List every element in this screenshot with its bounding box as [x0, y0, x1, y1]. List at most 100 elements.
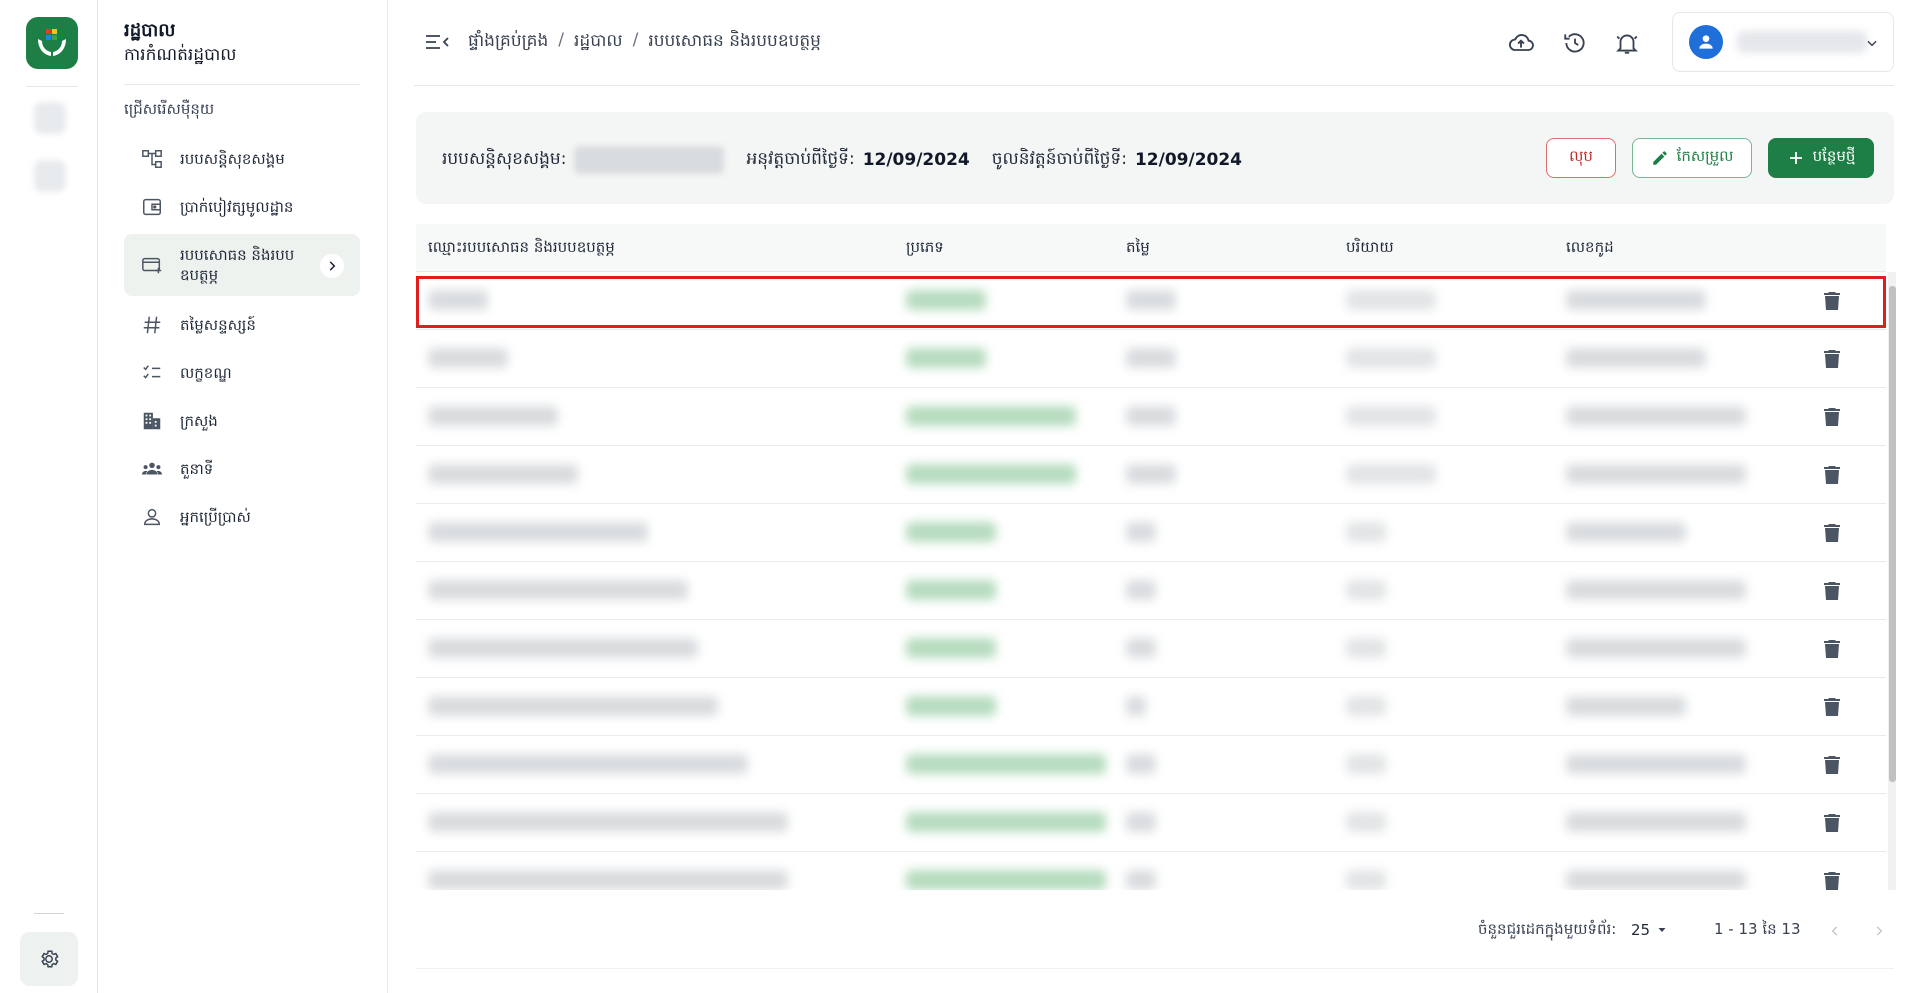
wallet-icon — [140, 195, 164, 219]
sidebar-item-pension-allowance[interactable]: របបសោធន និងរបបឧបត្ថម្ភ — [124, 234, 360, 296]
caret-down-icon — [1658, 928, 1666, 932]
table-row[interactable] — [416, 272, 1886, 330]
table-row[interactable] — [416, 678, 1886, 736]
delete-row-button[interactable] — [1818, 403, 1846, 431]
effective-label: អនុវត្តចាប់ពីថ្ងៃទី: — [746, 148, 855, 169]
sidebar-item-ministry[interactable]: ក្រសួង — [124, 400, 360, 442]
delete-row-button[interactable] — [1818, 461, 1846, 489]
column-header-description[interactable]: បរិយាយ — [1346, 238, 1394, 260]
cell-blurred — [1566, 812, 1746, 832]
top-header: ផ្ទាំងគ្រប់គ្រង / រដ្ឋបាល / របបសោធន និងរ… — [414, 0, 1894, 86]
table-row[interactable] — [416, 330, 1886, 388]
pagination-range: 1 - 13 នៃ 13 — [1714, 920, 1801, 938]
sidebar-item-base-salary[interactable]: ប្រាក់បៀវត្សមូលដ្ឋាន — [124, 186, 360, 228]
cell-blurred — [906, 522, 996, 542]
cell-blurred — [1566, 406, 1746, 426]
logo-hands-icon — [38, 29, 66, 56]
cell-blurred — [1566, 522, 1686, 542]
rail-divider — [26, 86, 78, 87]
sidebar-item-social-security[interactable]: របបសន្តិសុខសង្គម — [124, 138, 360, 180]
cell-blurred — [906, 290, 986, 310]
column-header-name[interactable]: ឈ្មោះរបបសោធន និងរបបឧបត្ថម្ភ — [428, 238, 615, 260]
table-row[interactable] — [416, 388, 1886, 446]
rows-per-page-select[interactable]: 25 — [1631, 916, 1677, 944]
column-header-type[interactable]: ប្រភេទ — [906, 238, 944, 260]
delete-row-button[interactable] — [1818, 867, 1846, 890]
table-row[interactable] — [416, 794, 1886, 852]
sidebar-item-users[interactable]: អ្នកប្រើប្រាស់ — [124, 496, 360, 538]
sidebar-item-label: ប្រាក់បៀវត្សមូលដ្ឋាន — [180, 198, 294, 216]
scrollbar-thumb[interactable] — [1889, 286, 1896, 782]
cell-blurred — [1126, 812, 1156, 832]
trash-icon — [1824, 582, 1840, 600]
delete-row-button[interactable] — [1818, 809, 1846, 837]
cell-blurred — [906, 348, 986, 368]
scheme-label: របបសន្តិសុខសង្គម: — [442, 148, 567, 169]
delete-button[interactable]: លុប — [1546, 138, 1616, 178]
delete-row-button[interactable] — [1818, 345, 1846, 373]
history-button[interactable] — [1560, 28, 1590, 58]
breadcrumb-current: របបសោធន និងរបបឧបត្ថម្ភ — [648, 31, 821, 51]
valid-date: 12/09/2024 — [1134, 150, 1243, 170]
menu-section-label: ជ្រើសរើសម៉ឺនុយ — [124, 100, 215, 118]
user-menu[interactable] — [1672, 12, 1894, 72]
breadcrumb-admin[interactable]: រដ្ឋបាល — [574, 30, 623, 55]
rail-item-blurred[interactable] — [34, 102, 66, 134]
breadcrumb-dashboard[interactable]: ផ្ទាំងគ្រប់គ្រង — [468, 30, 548, 55]
cell-blurred — [906, 696, 996, 716]
sidebar-item-index-value[interactable]: តម្លៃសន្ទស្សន៍ — [124, 304, 360, 346]
menu-collapse-icon — [426, 35, 449, 49]
settings-button[interactable] — [20, 932, 78, 986]
trash-icon — [1824, 292, 1840, 310]
cell-blurred — [428, 464, 578, 484]
table-row[interactable] — [416, 852, 1886, 890]
cell-blurred — [1566, 348, 1706, 368]
rows-per-page-label: ចំនួនជួរដេកក្នុងមួយទំព័រ: — [1478, 920, 1617, 938]
cell-blurred — [428, 406, 558, 426]
cell-blurred — [1126, 522, 1156, 542]
table-body — [416, 272, 1894, 890]
breadcrumb-separator: / — [558, 30, 565, 50]
delete-row-button[interactable] — [1818, 635, 1846, 663]
cell-blurred — [906, 870, 1106, 890]
valid-label: ចូលនិវត្តន៍ចាប់ពីថ្ងៃទី: — [991, 148, 1127, 169]
cell-blurred — [1566, 696, 1686, 716]
side-title: រដ្ឋបាល — [124, 20, 176, 41]
previous-page-button[interactable] — [1822, 918, 1848, 944]
cell-blurred — [428, 290, 488, 310]
table-row[interactable] — [416, 504, 1886, 562]
notification-button[interactable] — [1612, 28, 1642, 58]
delete-row-button[interactable] — [1818, 693, 1846, 721]
edit-button[interactable]: កែសម្រួល — [1632, 138, 1752, 178]
delete-row-button[interactable] — [1818, 519, 1846, 547]
cell-blurred — [906, 580, 996, 600]
next-page-button[interactable] — [1866, 918, 1892, 944]
group-icon — [140, 457, 164, 481]
sidebar-item-conditions[interactable]: លក្ខខណ្ឌ — [124, 352, 360, 394]
app-logo[interactable] — [26, 17, 78, 69]
delete-row-button[interactable] — [1818, 577, 1846, 605]
building-icon — [140, 409, 164, 433]
scheme-value-blurred — [574, 146, 725, 174]
rail-bottom-divider — [34, 913, 64, 914]
sidebar-item-roles[interactable]: តួនាទី — [124, 448, 360, 490]
delete-row-button[interactable] — [1818, 751, 1846, 779]
rail-item-blurred[interactable] — [34, 160, 66, 192]
cell-blurred — [1126, 754, 1156, 774]
delete-row-button[interactable] — [1818, 287, 1846, 315]
menu-collapse-button[interactable] — [424, 30, 450, 54]
upload-button[interactable] — [1506, 28, 1536, 58]
sidebar-item-label: អ្នកប្រើប្រាស់ — [180, 508, 251, 526]
column-header-code[interactable]: លេខកូដ — [1566, 238, 1614, 260]
cell-blurred — [1346, 348, 1436, 368]
add-new-button[interactable]: បន្ថែមថ្មី — [1768, 138, 1874, 178]
table-row[interactable] — [416, 620, 1886, 678]
table-row[interactable] — [416, 736, 1886, 794]
footer-divider — [416, 968, 1894, 969]
table-row[interactable] — [416, 446, 1886, 504]
column-header-value[interactable]: តម្លៃ — [1126, 238, 1150, 260]
hierarchy-icon — [140, 147, 164, 171]
table-row[interactable] — [416, 562, 1886, 620]
cell-blurred — [1346, 464, 1436, 484]
cell-blurred — [428, 348, 508, 368]
